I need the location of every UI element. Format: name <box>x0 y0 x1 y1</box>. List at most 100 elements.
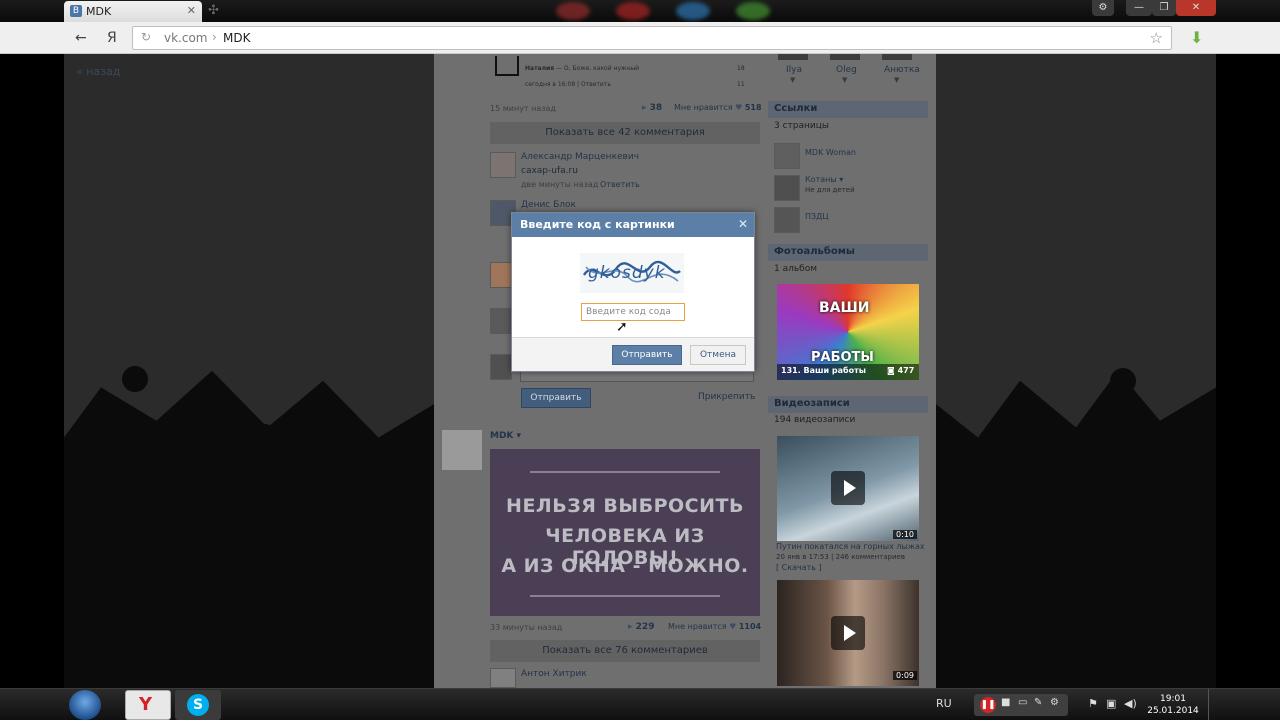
bookmark-star-icon[interactable]: ☆ <box>1150 29 1163 47</box>
link-name[interactable]: ПЗДЦ <box>805 212 829 221</box>
language-indicator[interactable]: RU <box>936 697 952 710</box>
comment-author[interactable]: Антон Хитрик <box>521 669 587 679</box>
settings-icon[interactable]: ⚙ <box>1050 697 1059 708</box>
camera-icon: ◙ <box>887 366 895 375</box>
close-window-icon[interactable]: ✕ <box>1176 0 1216 16</box>
address-bar[interactable]: ↻ vk.com › MDK ☆ <box>132 26 1172 50</box>
download-arrow-icon[interactable]: ⬇ <box>1190 28 1203 47</box>
commenter-avatar[interactable] <box>490 262 512 288</box>
network-icon[interactable]: ▣ <box>1106 697 1116 710</box>
show-all-comments-button[interactable]: Показать все 76 комментариев <box>490 640 760 662</box>
volume-icon[interactable]: ◀) <box>1124 697 1137 710</box>
back-arrow-icon[interactable]: ← <box>75 30 87 46</box>
window-icon[interactable]: ▭ <box>1018 697 1027 708</box>
megaphone-icon: ▸ <box>642 103 647 113</box>
friend-avatar[interactable] <box>830 54 860 60</box>
vk-page: « назад Наталия — О, Боже, какой нужный … <box>64 54 1216 688</box>
commenter-avatar[interactable] <box>490 308 512 334</box>
like-button[interactable]: Мне нравится ♥ 518 <box>674 103 762 112</box>
doodle-eye-icon <box>1110 368 1136 394</box>
close-dialog-icon[interactable]: ✕ <box>738 217 748 231</box>
friend-avatar[interactable] <box>882 54 912 60</box>
video-title[interactable]: Путин покатался на горных лыжах <box>776 542 925 551</box>
link-avatar[interactable] <box>774 175 800 201</box>
play-icon[interactable] <box>831 471 865 505</box>
flag-icon[interactable]: ⚑ <box>1088 697 1098 710</box>
skype-taskbar-icon[interactable]: S <box>175 690 221 720</box>
new-tab-icon[interactable]: ✣ <box>208 3 219 18</box>
share-count[interactable]: ▸ 229 <box>628 622 654 632</box>
captcha-text: gkosdyk <box>588 263 666 283</box>
attach-link[interactable]: Прикрепить <box>698 392 755 402</box>
chevron-down-icon: ▾ <box>516 431 522 441</box>
comment-text[interactable]: caxap-ufa.ru <box>521 166 578 176</box>
post-time[interactable]: 33 минуты назад <box>490 623 562 632</box>
browser-tab[interactable]: B MDK ✕ <box>64 1 202 22</box>
friend-name[interactable]: Анютка <box>884 65 920 75</box>
like-button[interactable]: Мне нравится ♥ 1104 <box>668 622 761 631</box>
album-photo-count: ◙ 477 <box>887 366 915 375</box>
captcha-code-input[interactable] <box>581 303 685 321</box>
settings-gear-icon[interactable]: ⚙ <box>1092 0 1114 16</box>
reload-icon[interactable]: ↻ <box>141 30 151 44</box>
cancel-captcha-button[interactable]: Отмена <box>690 345 746 365</box>
maximize-icon[interactable]: ❐ <box>1152 0 1176 16</box>
friend-name[interactable]: Oleg <box>836 65 857 75</box>
link-avatar[interactable] <box>774 143 800 169</box>
video-duration: 0:10 <box>893 530 917 539</box>
comment-avatar <box>495 56 519 76</box>
url-host: vk.com <box>164 31 208 45</box>
back-link[interactable]: « назад <box>76 65 120 78</box>
show-all-comments-button[interactable]: Показать все 42 комментария <box>490 122 760 144</box>
share-count[interactable]: ▸ 38 <box>642 103 662 113</box>
commenter-avatar[interactable] <box>490 152 516 178</box>
link-avatar[interactable] <box>774 207 800 233</box>
post-time[interactable]: 15 минут назад <box>490 104 556 113</box>
video-thumbnail[interactable]: 0:09 <box>777 580 919 686</box>
play-icon[interactable] <box>831 616 865 650</box>
links-count: 3 страницы <box>774 121 829 131</box>
minimize-icon[interactable]: — <box>1126 0 1152 16</box>
link-name[interactable]: Котаны ▾ <box>805 175 843 184</box>
poster-line <box>530 471 720 473</box>
yandex-logo-icon[interactable]: Я <box>107 30 117 46</box>
video-thumbnail[interactable]: 0:10 <box>777 436 919 541</box>
stop-icon[interactable]: ■ <box>1001 697 1010 708</box>
album-thumbnail[interactable]: ВАШИ РАБОТЫ 131. Ваши работы ◙ 477 <box>777 284 919 380</box>
album-text: ВАШИ <box>819 300 870 316</box>
video-duration: 0:09 <box>893 671 917 680</box>
dialog-footer: Отправить Отмена <box>512 337 754 371</box>
yandex-browser-taskbar-icon[interactable]: Y <box>125 690 171 720</box>
videos-header[interactable]: Видеозаписи <box>768 396 928 413</box>
comment-author[interactable]: Александр Марценкевич <box>521 152 639 162</box>
desktop-margin <box>0 54 64 688</box>
reply-send-button[interactable]: Отправить <box>521 388 591 408</box>
comment-reply-link[interactable]: Ответить <box>600 180 640 189</box>
post-image[interactable]: НЕЛЬЗЯ ВЫБРОСИТЬ ЧЕЛОВЕКА ИЗ ГОЛОВЫ! А И… <box>490 449 760 616</box>
link-name[interactable]: MDK Woman <box>805 148 856 157</box>
chevron-down-icon: ▼ <box>894 76 900 84</box>
tray-recorder-panel[interactable]: ❚❚ ■ ▭ ✎ ⚙ <box>974 694 1068 716</box>
pen-icon[interactable]: ✎ <box>1034 697 1042 708</box>
mdk-avatar[interactable] <box>442 430 482 470</box>
links-header[interactable]: Ссылки <box>768 101 928 118</box>
album-text: РАБОТЫ <box>811 350 874 365</box>
show-desktop-button[interactable] <box>1208 689 1216 720</box>
friend-name[interactable]: Ilya <box>786 65 802 75</box>
friend-avatar[interactable] <box>778 54 808 60</box>
windows-start-icon[interactable] <box>69 690 101 720</box>
close-tab-icon[interactable]: ✕ <box>187 4 196 17</box>
commenter-avatar[interactable] <box>490 354 512 380</box>
video-download-link[interactable]: [ Скачать ] <box>776 563 822 572</box>
submit-captcha-button[interactable]: Отправить <box>612 345 682 365</box>
record-pause-icon[interactable]: ❚❚ <box>980 697 996 713</box>
albums-count: 1 альбом <box>774 264 818 274</box>
comment-likes-2[interactable]: 11 <box>737 81 745 88</box>
albums-header[interactable]: Фотоальбомы <box>768 244 928 261</box>
post-author[interactable]: MDK ▾ <box>490 431 521 441</box>
comment-likes[interactable]: 18 <box>737 65 745 72</box>
taskbar-clock[interactable]: 19:01 25.01.2014 <box>1140 693 1206 717</box>
comment-author[interactable]: Денис Блок <box>521 200 576 210</box>
dialog-title: Введите код с картинки <box>512 213 754 237</box>
poster-text: А ИЗ ОКНА - МОЖНО. <box>501 555 749 577</box>
